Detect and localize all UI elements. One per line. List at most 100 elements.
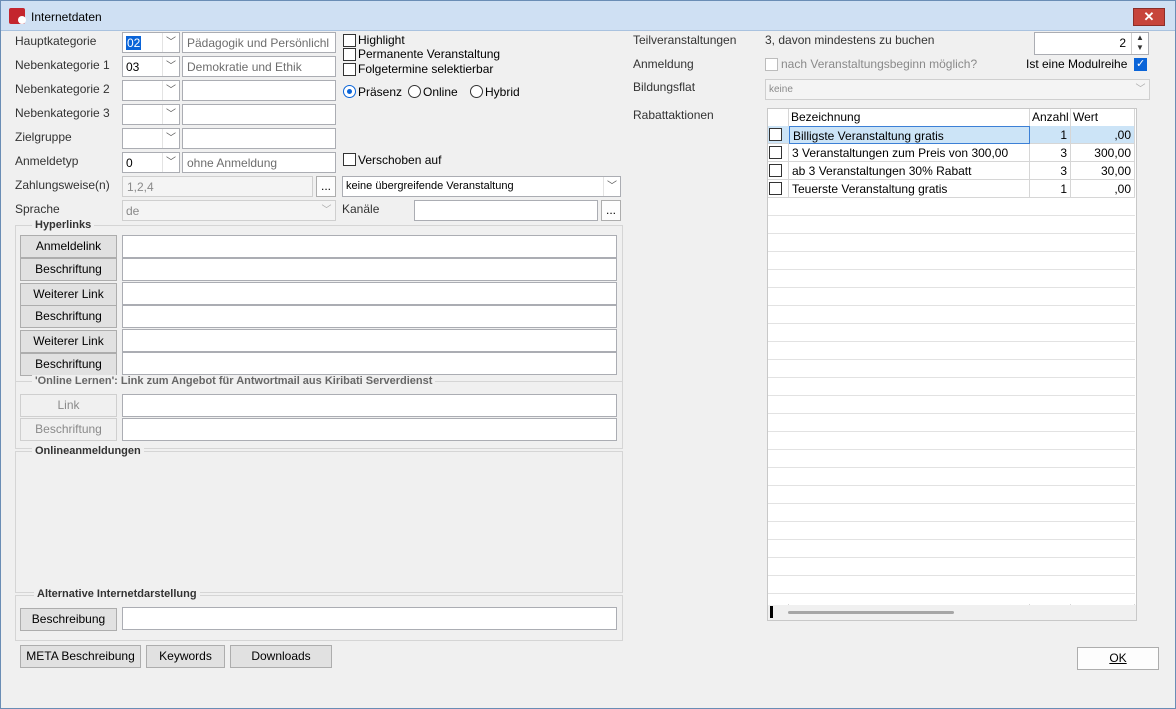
row-checkbox[interactable] (769, 128, 782, 141)
row-anzahl: 3 (1030, 162, 1071, 180)
row-wert: ,00 (1071, 126, 1135, 144)
beschriftung-2-button[interactable]: Beschriftung (20, 305, 117, 328)
spinner-buttons[interactable]: ▲ ▼ (1131, 33, 1148, 54)
nebenkategorie3-text (182, 104, 336, 125)
ok-button[interactable]: OK (1077, 647, 1159, 670)
alternative-title: Alternative Internetdarstellung (34, 588, 200, 600)
horizontal-scrollbar[interactable] (768, 605, 1136, 620)
nebenkategorie2-combo[interactable]: ﹀ (122, 80, 180, 101)
weiterer-link-2-field[interactable] (122, 329, 617, 352)
row-anzahl: 3 (1030, 144, 1071, 162)
anmeldelink-field[interactable] (122, 235, 617, 258)
anmeldetyp-code: 0 (126, 156, 133, 170)
beschriftung-3-field[interactable] (122, 352, 617, 375)
hybrid-radio[interactable] (470, 85, 483, 98)
row-wert: 300,00 (1071, 144, 1135, 162)
close-button[interactable]: ✕ (1133, 8, 1165, 26)
anmeldetyp-combo[interactable]: 0 ﹀ (122, 152, 180, 173)
nach-beginn-label: nach Veranstaltungsbeginn möglich? (781, 57, 978, 71)
hybrid-label: Hybrid (485, 85, 520, 99)
beschreibung-field[interactable] (122, 607, 617, 630)
zahlungsweise-label: Zahlungsweise(n) (15, 178, 110, 192)
teilveranstaltungen-text: 3, davon mindestens zu buchen (765, 33, 935, 47)
uebergreifend-value: keine übergreifende Veranstaltung (346, 180, 514, 192)
kanaele-browse-button[interactable]: ... (601, 200, 621, 221)
onlineanmeldungen-group (15, 451, 623, 593)
permanent-checkbox[interactable] (343, 48, 356, 61)
kanaele-field[interactable] (414, 200, 598, 221)
uebergreifend-combo[interactable]: keine übergreifende Veranstaltung ﹀ (342, 176, 621, 197)
online-lernen-title: 'Online Lernen': Link zum Angebot für An… (32, 375, 436, 387)
beschriftung-1-button[interactable]: Beschriftung (20, 258, 117, 281)
online-radio[interactable] (408, 85, 421, 98)
modulreihe-label: Ist eine Modulreihe (1026, 57, 1128, 71)
row-bezeichnung: Billigste Veranstaltung gratis (789, 126, 1030, 144)
nach-beginn-checkbox[interactable] (765, 58, 778, 71)
spin-up-icon[interactable]: ▲ (1132, 33, 1148, 43)
chevron-down-icon: ﹀ (162, 129, 179, 148)
beschriftung-1-field[interactable] (122, 258, 617, 281)
row-checkbox[interactable] (769, 146, 782, 159)
anmeldelink-button[interactable]: Anmeldelink (20, 235, 117, 258)
zielgruppe-combo[interactable]: ﹀ (122, 128, 180, 149)
nebenkategorie3-combo[interactable]: ﹀ (122, 104, 180, 125)
zielgruppe-label: Zielgruppe (15, 130, 72, 144)
grid-header-anzahl[interactable]: Anzahl (1030, 109, 1071, 126)
online-beschriftung-button[interactable]: Beschriftung (20, 418, 117, 441)
beschriftung-3-button[interactable]: Beschriftung (20, 353, 117, 376)
highlight-checkbox[interactable] (343, 34, 356, 47)
table-row[interactable]: Teuerste Veranstaltung gratis 1 ,00 (768, 180, 1135, 198)
modulreihe-checkbox[interactable] (1134, 57, 1147, 71)
table-row[interactable]: 3 Veranstaltungen zum Preis von 300,00 3… (768, 144, 1135, 162)
nebenkategorie3-label: Nebenkategorie 3 (15, 106, 110, 120)
online-link-field[interactable] (122, 394, 617, 417)
rabattaktionen-label: Rabattaktionen (633, 108, 714, 122)
grid-header-wert[interactable]: Wert (1071, 109, 1135, 126)
row-bezeichnung: ab 3 Veranstaltungen 30% Rabatt (789, 162, 1030, 180)
sprache-combo[interactable]: de ﹀ (122, 200, 336, 221)
folgetermine-label: Folgetermine selektierbar (358, 62, 494, 76)
keywords-button[interactable]: Keywords (146, 645, 225, 668)
online-beschriftung-field[interactable] (122, 418, 617, 441)
bildungsflat-label: Bildungsflat (633, 80, 696, 94)
row-checkbox[interactable] (769, 182, 782, 195)
table-row[interactable]: Billigste Veranstaltung gratis 1 ,00 (768, 126, 1135, 144)
beschriftung-2-field[interactable] (122, 305, 617, 328)
meta-beschreibung-button[interactable]: META Beschreibung (20, 645, 141, 668)
row-checkbox[interactable] (769, 164, 782, 177)
verschoben-checkbox[interactable] (343, 153, 356, 166)
rabatt-grid[interactable]: Bezeichnung Anzahl Wert Billigste Verans… (767, 108, 1137, 621)
nebenkategorie1-combo[interactable]: 03 ﹀ (122, 56, 180, 77)
weiterer-link-2-button[interactable]: Weiterer Link (20, 330, 117, 353)
zahlungsweise-browse-button[interactable]: ... (316, 176, 336, 197)
beschreibung-button[interactable]: Beschreibung (20, 608, 117, 631)
online-link-button[interactable]: Link (20, 394, 117, 417)
spin-down-icon[interactable]: ▼ (1132, 43, 1148, 53)
hyperlinks-title: Hyperlinks (32, 219, 95, 231)
weiterer-link-1-button[interactable]: Weiterer Link (20, 283, 117, 306)
row-anzahl: 1 (1030, 126, 1071, 144)
nebenkategorie2-text (182, 80, 336, 101)
scroll-cursor (770, 606, 773, 618)
chevron-down-icon: ﹀ (162, 105, 179, 124)
anmeldetyp-text: ohne Anmeldung (182, 152, 336, 173)
grid-header-bezeichnung[interactable]: Bezeichnung (789, 109, 1030, 126)
teilveranstaltungen-label: Teilveranstaltungen (633, 33, 737, 47)
scrollbar-thumb[interactable] (788, 611, 954, 614)
nebenkategorie1-text: Demokratie und Ethik (182, 56, 336, 77)
praesenz-radio[interactable] (343, 85, 356, 98)
row-wert: ,00 (1071, 180, 1135, 198)
bildungsflat-combo[interactable]: keine ﹀ (765, 79, 1150, 100)
downloads-button[interactable]: Downloads (230, 645, 332, 668)
chevron-down-icon: ﹀ (162, 57, 179, 76)
table-row[interactable]: ab 3 Veranstaltungen 30% Rabatt 3 30,00 (768, 162, 1135, 180)
chevron-down-icon: ﹀ (1135, 84, 1146, 95)
hauptkategorie-combo[interactable]: 02 ﹀ (122, 32, 180, 53)
teilveranstaltungen-stepper[interactable]: 2 ▲ ▼ (1034, 32, 1149, 55)
highlight-label: Highlight (358, 33, 405, 47)
nebenkategorie1-label: Nebenkategorie 1 (15, 58, 110, 72)
row-wert: 30,00 (1071, 162, 1135, 180)
folgetermine-checkbox[interactable] (343, 63, 356, 76)
zahlungsweise-field[interactable]: 1,2,4 (122, 176, 313, 197)
weiterer-link-1-field[interactable] (122, 282, 617, 305)
